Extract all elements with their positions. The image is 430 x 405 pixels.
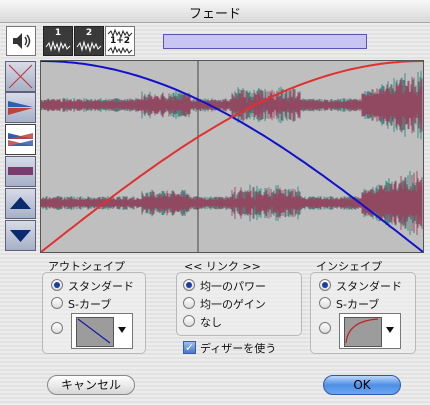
linear-curve-icon xyxy=(77,318,111,344)
x-icon xyxy=(8,64,33,89)
inshape-custom-radio[interactable] xyxy=(319,322,331,334)
window-title: フェード xyxy=(188,7,241,22)
zoom-down-button[interactable] xyxy=(5,220,36,251)
outshape-custom-radio[interactable] xyxy=(51,322,63,334)
waveform-trace xyxy=(40,171,423,235)
waveform-canvas xyxy=(40,60,424,253)
log-curve-icon xyxy=(345,318,379,344)
outshape-scurve-label: S-カーブ xyxy=(68,298,112,311)
outshape-scurve-radio[interactable] xyxy=(51,297,63,309)
no-fade-button[interactable] xyxy=(5,61,36,92)
speaker-button[interactable] xyxy=(6,26,36,56)
fade-out-icon xyxy=(8,101,33,115)
cancel-button[interactable]: キャンセル xyxy=(47,375,135,395)
waveform-display[interactable] xyxy=(40,60,424,253)
chevron-down-icon xyxy=(118,327,126,333)
outshape-standard-radio[interactable] xyxy=(51,279,63,291)
waveform-trace xyxy=(40,76,423,134)
zoom-up-button[interactable] xyxy=(5,188,36,219)
inshape-scurve-label: S-カーブ xyxy=(336,298,380,311)
link-equal-power-radio[interactable] xyxy=(183,279,195,291)
channel-both-label: 1+2 xyxy=(109,36,131,46)
dither-checkbox[interactable]: ✓ xyxy=(183,341,196,354)
chevron-down-icon xyxy=(386,327,394,333)
crossfade-icon xyxy=(8,133,33,146)
link-equal-power-label: 均一のパワー xyxy=(200,280,266,293)
waveform-icon xyxy=(45,40,71,53)
link-equal-gain-label: 均一のゲイン xyxy=(200,298,266,311)
inshape-group: スタンダード S-カーブ xyxy=(310,272,416,354)
fade-out-curve xyxy=(41,60,424,253)
inshape-curve-menu[interactable] xyxy=(339,313,401,349)
link-none-label: なし xyxy=(200,316,222,329)
arrow-up-icon xyxy=(10,197,31,209)
channel-both-button[interactable]: 1+2 xyxy=(105,26,135,56)
inshape-standard-label: スタンダード xyxy=(336,280,402,293)
position-bar[interactable] xyxy=(163,34,367,49)
arrow-down-icon xyxy=(10,230,31,242)
inshape-scurve-radio[interactable] xyxy=(319,297,331,309)
fade-in-icon xyxy=(8,167,33,175)
outshape-group: スタンダード S-カーブ xyxy=(42,272,146,354)
title-bar: フェード xyxy=(0,0,430,23)
fade-in-curve xyxy=(40,60,423,253)
inshape-standard-radio[interactable] xyxy=(319,279,331,291)
speaker-icon xyxy=(13,33,31,49)
channel-1-button[interactable]: 1 xyxy=(43,26,73,56)
channel-2-button[interactable]: 2 xyxy=(74,26,104,56)
outshape-standard-label: スタンダード xyxy=(68,280,134,293)
waveform-icon xyxy=(76,40,102,53)
outshape-curve-preview xyxy=(76,317,114,347)
crossfade-button[interactable] xyxy=(5,124,36,155)
ok-button[interactable]: OK xyxy=(323,375,401,395)
outshape-curve-menu[interactable] xyxy=(71,313,133,349)
fade-out-button[interactable] xyxy=(5,92,36,123)
link-equal-gain-radio[interactable] xyxy=(183,297,195,309)
fade-in-button[interactable] xyxy=(5,156,36,187)
link-none-radio[interactable] xyxy=(183,315,195,327)
inshape-curve-preview xyxy=(344,317,382,347)
link-group: 均一のパワー 均一のゲイン なし xyxy=(176,272,302,336)
dither-label: ディザーを使う xyxy=(200,342,277,355)
